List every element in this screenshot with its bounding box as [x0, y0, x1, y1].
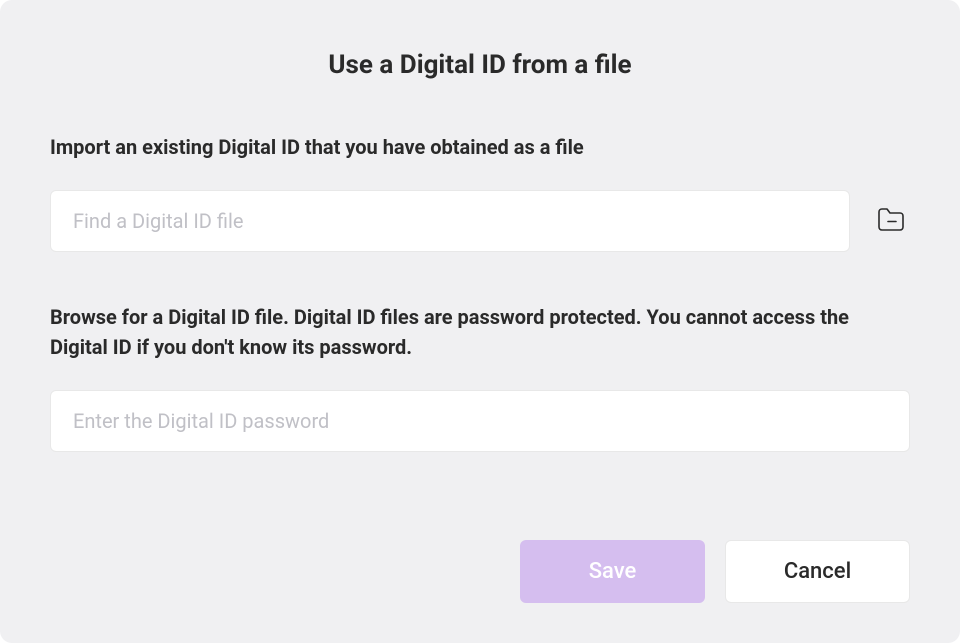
digital-id-dialog: Use a Digital ID from a file Import an e…	[0, 0, 960, 643]
folder-icon	[876, 207, 906, 236]
dialog-title: Use a Digital ID from a file	[50, 50, 910, 80]
import-label: Import an existing Digital ID that you h…	[50, 132, 910, 162]
dialog-buttons: Save Cancel	[50, 540, 910, 603]
save-button[interactable]: Save	[520, 540, 705, 603]
browse-button[interactable]	[872, 203, 910, 240]
browse-description: Browse for a Digital ID file. Digital ID…	[50, 302, 910, 362]
password-input[interactable]	[50, 390, 910, 452]
file-input-row	[50, 190, 910, 252]
cancel-button[interactable]: Cancel	[725, 540, 910, 603]
file-path-input[interactable]	[50, 190, 850, 252]
